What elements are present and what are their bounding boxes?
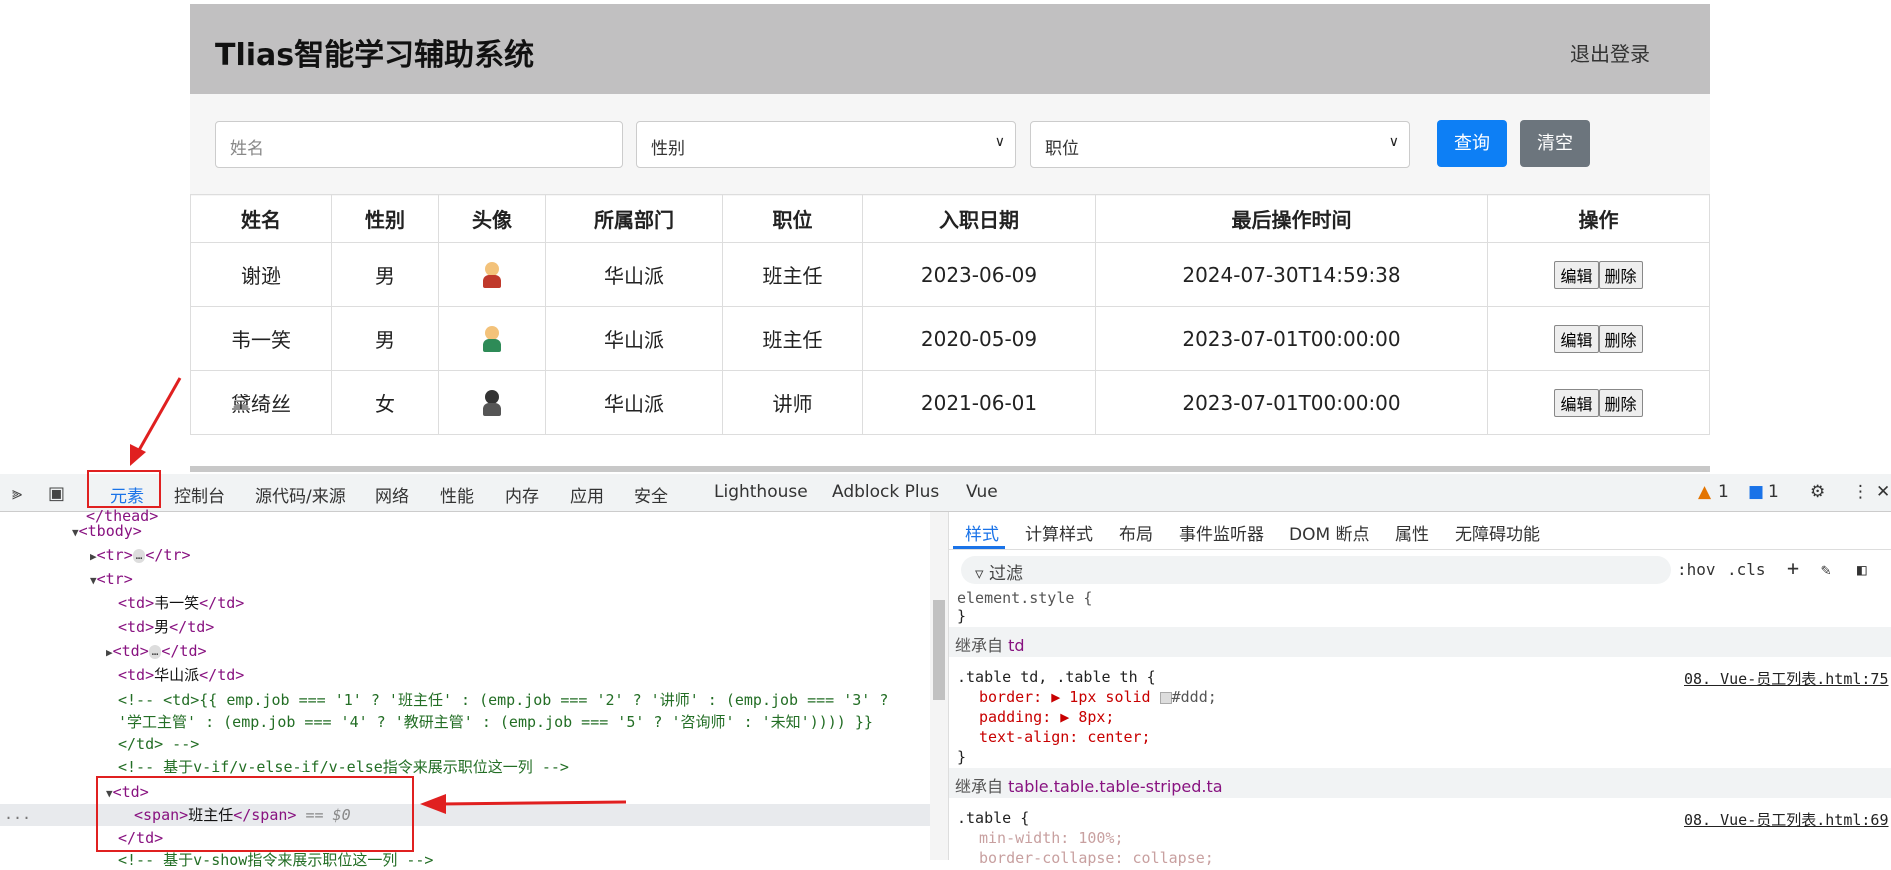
- css-prop-border[interactable]: border: ▶ 1px solid: [979, 688, 1151, 706]
- new-rule-icon[interactable]: +: [1787, 556, 1799, 580]
- styles-filter-input[interactable]: ▿ 过滤: [961, 556, 1671, 584]
- tab-computed[interactable]: 计算样式: [1025, 520, 1093, 545]
- sidebar-toggle-icon[interactable]: ◧: [1857, 560, 1867, 579]
- rule-source-link[interactable]: 08. Vue-员工列表.html:69: [1684, 809, 1889, 830]
- css-prop-text-align[interactable]: text-align: center;: [979, 728, 1151, 746]
- styles-pane: 样式 计算样式 布局 事件监听器 DOM 断点 属性 无障碍功能 ▿ 过滤 :h…: [948, 512, 1891, 867]
- filter-placeholder: 过滤: [988, 564, 1023, 584]
- hov-toggle[interactable]: :hov: [1677, 560, 1716, 579]
- tab-layout[interactable]: 布局: [1119, 520, 1153, 545]
- element-style-rule[interactable]: element.style {: [957, 588, 1092, 608]
- css-prop-padding[interactable]: padding: ▶ 8px;: [979, 708, 1114, 726]
- rule-source-link[interactable]: 08. Vue-员工列表.html:75: [1684, 668, 1889, 689]
- filter-icon: ▿: [975, 564, 984, 584]
- styles-tabbar: 样式 计算样式 布局 事件监听器 DOM 断点 属性 无障碍功能: [949, 512, 1891, 550]
- paint-brush-icon[interactable]: ✎: [1821, 560, 1831, 579]
- rule-selector[interactable]: .table {: [957, 808, 1029, 828]
- inherited-selector[interactable]: table.table.table-striped.ta: [1008, 777, 1222, 796]
- inherited-label: 继承自: [955, 636, 1004, 655]
- active-tab-underline: [953, 546, 1005, 549]
- css-prop-border-collapse[interactable]: border-collapse: collapse;: [979, 849, 1214, 867]
- css-value-color[interactable]: #ddd;: [1172, 688, 1217, 706]
- tab-properties[interactable]: 属性: [1395, 520, 1429, 545]
- rule-close: }: [957, 748, 967, 766]
- tab-styles[interactable]: 样式: [965, 520, 999, 545]
- inherited-section-table: 继承自 table.table.table-striped.ta: [949, 768, 1891, 798]
- tab-event-listeners[interactable]: 事件监听器: [1179, 520, 1264, 545]
- inherited-selector[interactable]: td: [1008, 636, 1024, 655]
- rule-selector[interactable]: .table td, .table th {: [957, 667, 1156, 687]
- inherited-section-td: 继承自 td: [949, 627, 1891, 657]
- elements-scroll-thumb[interactable]: [933, 600, 945, 700]
- arrow-to-td-node: [420, 794, 627, 814]
- arrow-to-elements-tab: [130, 377, 182, 466]
- tab-accessibility[interactable]: 无障碍功能: [1455, 520, 1540, 545]
- color-swatch[interactable]: [1159, 691, 1172, 704]
- tab-dom-breakpoints[interactable]: DOM 断点: [1289, 520, 1370, 545]
- inherited-label: 继承自: [955, 777, 1004, 796]
- rule-close: }: [957, 607, 967, 625]
- cls-toggle[interactable]: .cls: [1727, 560, 1766, 579]
- css-prop-min-width[interactable]: min-width: 100%;: [979, 829, 1124, 847]
